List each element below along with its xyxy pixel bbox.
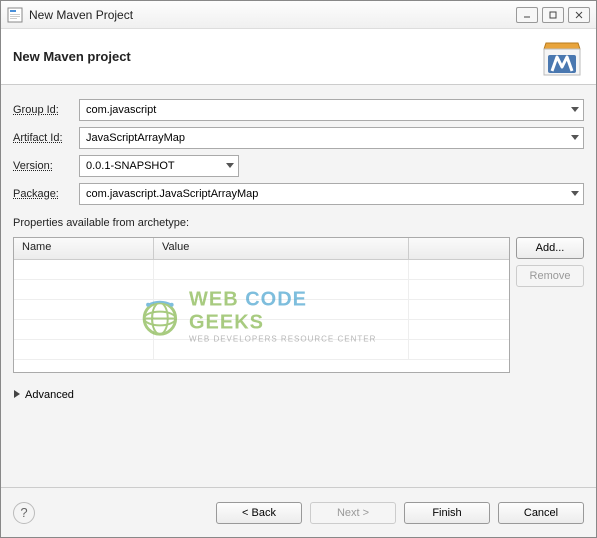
next-button: Next > (310, 502, 396, 524)
properties-buttons: Add... Remove (516, 237, 584, 373)
version-label: Version: (13, 160, 73, 172)
properties-label: Properties available from archetype: (13, 217, 584, 229)
remove-button: Remove (516, 265, 584, 287)
finish-button[interactable]: Finish (404, 502, 490, 524)
form-body: Group Id: com.javascript Artifact Id: Ja… (1, 85, 596, 487)
artifact-id-row: Artifact Id: JavaScriptArrayMap (13, 127, 584, 149)
package-field[interactable]: com.javascript.JavaScriptArrayMap (79, 183, 584, 205)
advanced-label: Advanced (25, 389, 74, 401)
table-header: Name Value (14, 238, 509, 260)
back-button[interactable]: < Back (216, 502, 302, 524)
artifact-id-field[interactable]: JavaScriptArrayMap (79, 127, 584, 149)
table-row (14, 340, 509, 360)
table-row (14, 280, 509, 300)
table-row (14, 320, 509, 340)
app-icon (7, 7, 23, 23)
titlebar: New Maven Project (1, 1, 596, 29)
artifact-id-value: JavaScriptArrayMap (86, 132, 185, 144)
package-row: Package: com.javascript.JavaScriptArrayM… (13, 183, 584, 205)
version-row: Version: 0.0.1-SNAPSHOT (13, 155, 584, 177)
minimize-button[interactable] (516, 7, 538, 23)
col-name[interactable]: Name (14, 238, 154, 259)
package-value: com.javascript.JavaScriptArrayMap (86, 188, 258, 200)
dialog-title: New Maven project (13, 49, 540, 64)
dropdown-icon (571, 104, 579, 116)
col-value[interactable]: Value (154, 238, 409, 259)
properties-area: Name Value (13, 237, 584, 373)
version-value: 0.0.1-SNAPSHOT (86, 160, 175, 172)
package-label: Package: (13, 188, 73, 200)
artifact-id-label: Artifact Id: (13, 132, 73, 144)
group-id-field[interactable]: com.javascript (79, 99, 584, 121)
properties-table[interactable]: Name Value (13, 237, 510, 373)
maven-icon (540, 35, 584, 79)
maximize-button[interactable] (542, 7, 564, 23)
dialog-header: New Maven project (1, 29, 596, 85)
version-field[interactable]: 0.0.1-SNAPSHOT (79, 155, 239, 177)
table-body: WEB CODE GEEKS WEB DEVELOPERS RESOURCE C… (14, 260, 509, 372)
window-title: New Maven Project (29, 8, 516, 22)
group-id-label: Group Id: (13, 104, 73, 116)
close-button[interactable] (568, 7, 590, 23)
dialog-footer: ? < Back Next > Finish Cancel (1, 487, 596, 537)
window-buttons (516, 7, 590, 23)
group-id-row: Group Id: com.javascript (13, 99, 584, 121)
dropdown-icon (571, 188, 579, 200)
table-row (14, 300, 509, 320)
chevron-right-icon (13, 389, 21, 401)
col-empty (409, 238, 509, 259)
cancel-button[interactable]: Cancel (498, 502, 584, 524)
dropdown-icon (226, 160, 234, 172)
dialog-window: New Maven Project New Maven project Grou… (0, 0, 597, 538)
table-row (14, 260, 509, 280)
dropdown-icon (571, 132, 579, 144)
add-button[interactable]: Add... (516, 237, 584, 259)
help-icon[interactable]: ? (13, 502, 35, 524)
advanced-toggle[interactable]: Advanced (13, 389, 584, 401)
group-id-value: com.javascript (86, 104, 156, 116)
